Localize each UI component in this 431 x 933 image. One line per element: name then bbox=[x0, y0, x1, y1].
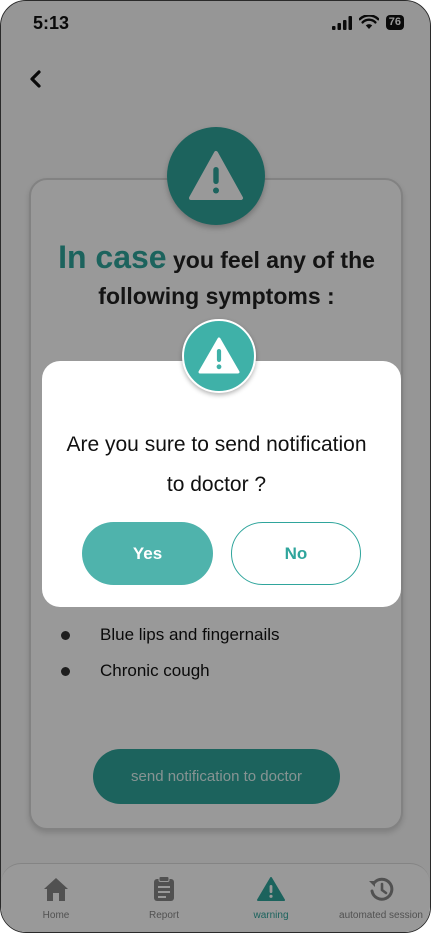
phone-screen: 5:13 76 In case you feel any of the foll… bbox=[0, 0, 431, 933]
no-button[interactable]: No bbox=[231, 522, 361, 585]
dialog-message-line1: Are you sure to send notification bbox=[66, 433, 367, 456]
dialog-message-line2: to doctor ? bbox=[166, 473, 267, 496]
yes-button[interactable]: Yes bbox=[82, 522, 213, 585]
dialog-warning-badge bbox=[182, 319, 256, 393]
warning-icon bbox=[198, 337, 240, 374]
dialog-message: Are you sure to send notification to doc… bbox=[1, 425, 430, 505]
